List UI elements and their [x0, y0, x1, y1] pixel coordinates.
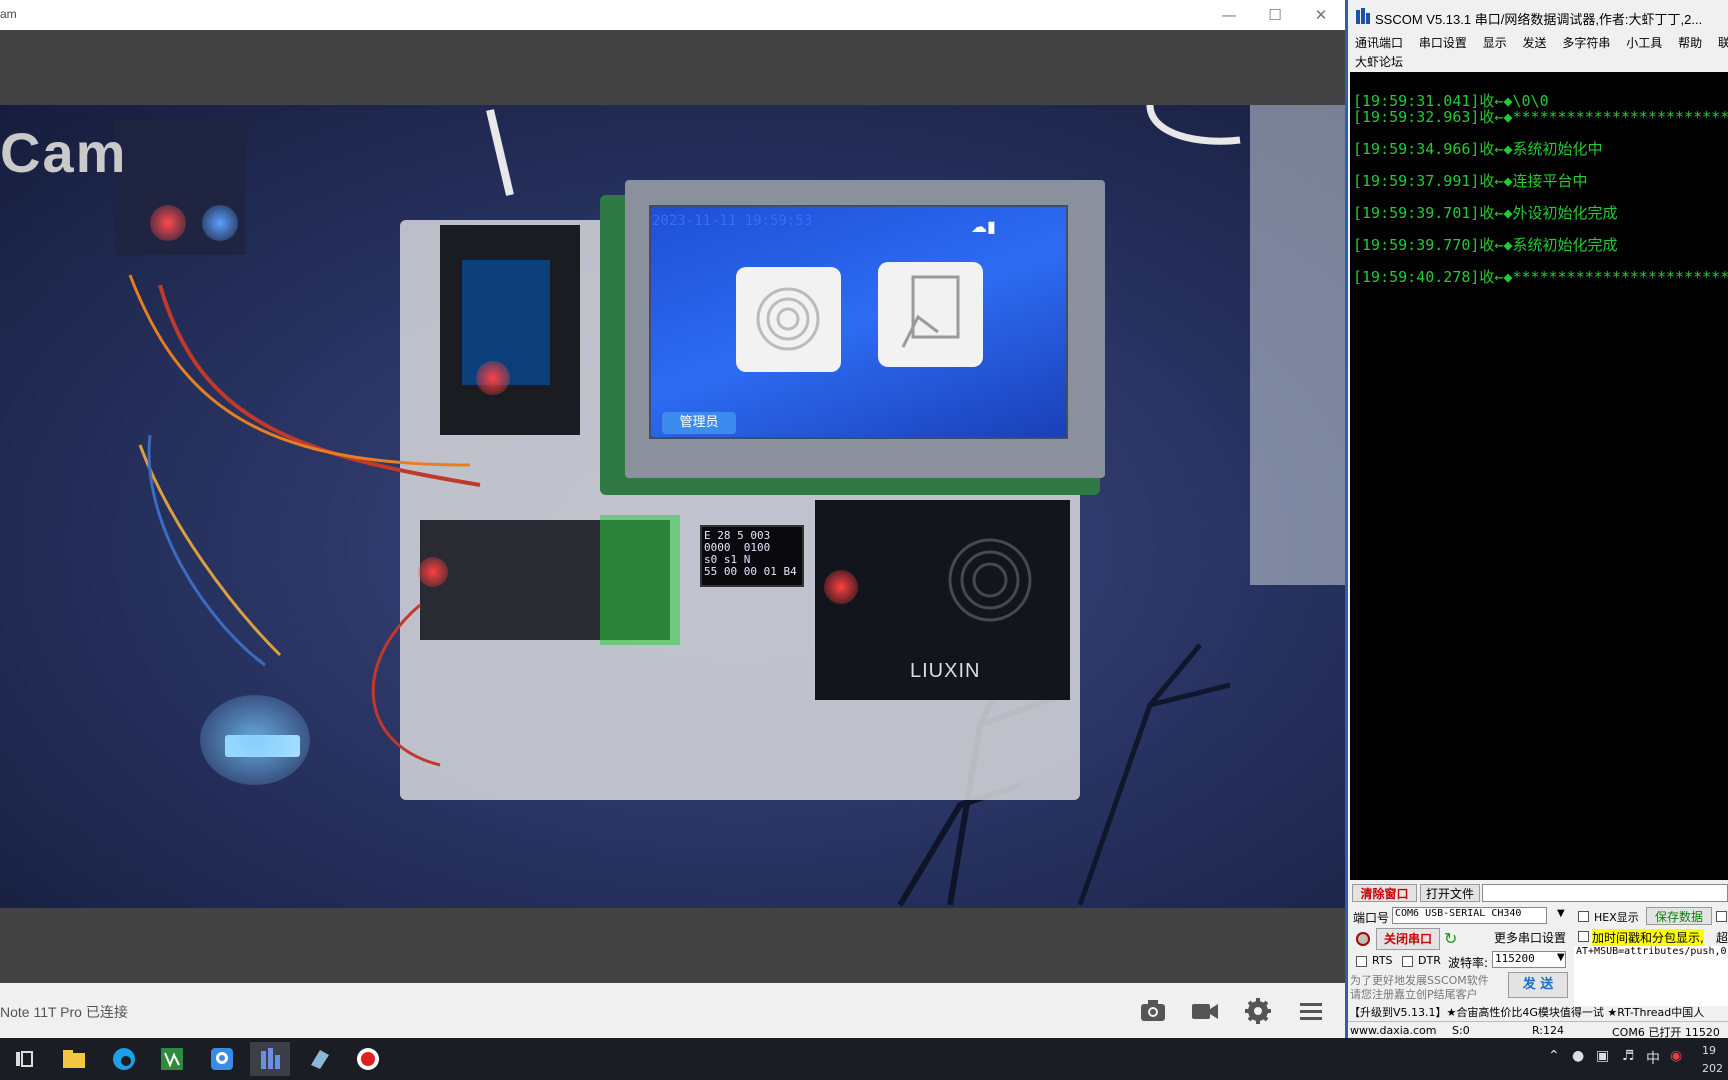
card-icon — [878, 262, 983, 367]
red-led — [418, 557, 448, 587]
send-textarea[interactable]: AT+MSUB=attributes/push,0 — [1574, 946, 1728, 1006]
tray-chevron-up-icon[interactable]: ⌃ — [1548, 1048, 1560, 1064]
rts-label: RTS — [1372, 954, 1393, 967]
file-path-input[interactable] — [1482, 884, 1728, 902]
menu-item-serial-settings[interactable]: 串口设置 — [1419, 36, 1467, 50]
port-select[interactable]: COM6 USB-SERIAL CH340 — [1392, 907, 1547, 924]
dtr-label: DTR — [1418, 954, 1441, 967]
camera-window-title: am — [0, 7, 17, 21]
log-line: [19:59:32.963]收←◆***********************… — [1353, 108, 1728, 126]
more-port-settings-link[interactable]: 更多串口设置 — [1494, 929, 1566, 946]
menu-item-multi-string[interactable]: 多字符串 — [1562, 36, 1610, 50]
timestamp-option-label: 加时间戳和分包显示, — [1592, 929, 1704, 946]
hex-display-checkbox[interactable] — [1578, 911, 1589, 922]
camera-top-bar — [0, 30, 1345, 105]
timeout-label: 超 — [1716, 931, 1728, 945]
video-record-icon[interactable] — [1190, 996, 1220, 1026]
red-led — [476, 361, 510, 395]
rts-checkbox[interactable] — [1356, 956, 1367, 967]
red-led — [824, 570, 858, 604]
app-icon-window[interactable] — [300, 1042, 340, 1076]
fingerprint-icon — [736, 267, 841, 372]
webcam-app-icon[interactable] — [202, 1042, 242, 1076]
save-data-button[interactable]: 保存数据 — [1646, 907, 1712, 925]
blue-glow — [200, 695, 310, 785]
clear-window-button[interactable]: 清除窗口 — [1352, 884, 1417, 902]
camera-bottom-bar — [0, 908, 1345, 983]
menu-item-help[interactable]: 帮助 — [1678, 36, 1702, 50]
menu-icon[interactable] — [1297, 996, 1327, 1026]
log-line: [19:59:40.278]收←◆***********************… — [1353, 268, 1728, 286]
close-port-button[interactable]: 关闭串口 — [1376, 928, 1440, 950]
maximize-button[interactable]: ☐ — [1252, 0, 1298, 30]
sogou-ime-icon[interactable]: ◉ — [1670, 1048, 1682, 1064]
dtr-checkbox[interactable] — [1402, 956, 1413, 967]
receive-terminal[interactable] — [1350, 72, 1728, 880]
rfid-brand-label: LIUXIN — [910, 660, 981, 682]
status-website[interactable]: www.daxia.com — [1350, 1024, 1437, 1037]
menu-item-port[interactable]: 通讯端口 — [1355, 36, 1403, 50]
chevron-down-icon: ▼ — [1557, 952, 1565, 963]
status-received-count: R:124 — [1532, 1024, 1565, 1037]
close-button[interactable]: ✕ — [1298, 0, 1344, 30]
lcd-datetime: 2023-11-11 19:59:53 — [652, 213, 813, 229]
camera-snapshot-icon[interactable] — [1138, 996, 1168, 1026]
baud-rate-select[interactable]: 115200 — [1492, 951, 1566, 968]
connection-status: Note 11T Pro 已连接 — [0, 1004, 128, 1020]
menu-item-tools[interactable]: 小工具 — [1626, 36, 1662, 50]
camera-titlebar — [0, 0, 1345, 30]
settings-gear-icon[interactable] — [1243, 996, 1273, 1026]
microphone-icon[interactable]: ● — [1572, 1048, 1584, 1064]
menu-item-contact[interactable]: 联系 — [1718, 36, 1728, 50]
port-status-indicator — [1356, 932, 1370, 946]
sscom-taskbar-icon[interactable] — [250, 1042, 290, 1076]
signal-icon: ☁▮ — [971, 217, 996, 236]
edge-browser-icon[interactable] — [104, 1042, 144, 1076]
volume-icon[interactable]: ♬ — [1622, 1048, 1635, 1064]
menu-item-forum[interactable]: 大虾论坛 — [1355, 53, 1403, 70]
oled-text: E 28 5 003 0000 0100 s0 s1 N 55 00 00 01… — [704, 529, 797, 578]
task-view-icon[interactable] — [4, 1042, 44, 1076]
red-led — [150, 205, 186, 241]
log-line: [19:59:39.770]收←◆系统初始化完成 — [1353, 236, 1618, 254]
minimize-button[interactable]: — — [1206, 0, 1252, 30]
status-sent-count: S:0 — [1452, 1024, 1470, 1037]
log-line: [19:59:34.966]收←◆系统初始化中 — [1353, 140, 1603, 158]
clock-time[interactable]: 19 — [1702, 1044, 1716, 1057]
clock-date[interactable]: 202 — [1702, 1062, 1723, 1075]
lcd-display: ☁▮ — [649, 205, 1068, 439]
log-line: [19:59:39.701]收←◆外设初始化完成 — [1353, 204, 1618, 222]
promo-banner[interactable]: 【升级到V5.13.1】★合宙高性价比4G模块值得一试 ★RT-Thread中国… — [1349, 1004, 1704, 1020]
refresh-icon[interactable]: ↻ — [1444, 929, 1457, 948]
log-line: [19:59:37.991]收←◆连接平台中 — [1353, 172, 1588, 190]
file-explorer-icon[interactable] — [54, 1042, 94, 1076]
hex-display-label: HEX显示 — [1594, 911, 1639, 924]
baud-label: 波特率: — [1448, 956, 1489, 970]
camera-watermark: Cam — [0, 121, 128, 184]
sscom-title: SSCOM V5.13.1 串口/网络数据调试器,作者:大虾丁丁,2... — [1375, 12, 1703, 27]
port-label: 端口号 — [1353, 911, 1390, 925]
sscom-menubar: 通讯端口 串口设置 显示 发送 多字符串 小工具 帮助 联系 — [1355, 34, 1728, 51]
record-icon[interactable] — [348, 1042, 388, 1076]
timestamp-checkbox[interactable] — [1578, 931, 1589, 942]
sscom-app-icon — [1356, 8, 1370, 24]
open-file-button[interactable]: 打开文件 — [1420, 884, 1480, 902]
menu-item-send[interactable]: 发送 — [1523, 36, 1547, 50]
menu-item-display[interactable]: 显示 — [1483, 36, 1507, 50]
send-button[interactable]: 发 送 — [1508, 972, 1568, 998]
checkbox[interactable] — [1716, 911, 1727, 922]
blue-led — [202, 205, 238, 241]
promo-text: 请您注册嘉立创P结尾客户 — [1350, 988, 1478, 1001]
ime-indicator[interactable]: 中 — [1646, 1048, 1660, 1068]
lcd-admin-button: 管理员 — [662, 412, 736, 434]
network-icon[interactable]: ▣ — [1596, 1048, 1609, 1064]
chevron-down-icon: ▼ — [1557, 908, 1565, 919]
app-icon-green[interactable] — [152, 1042, 192, 1076]
